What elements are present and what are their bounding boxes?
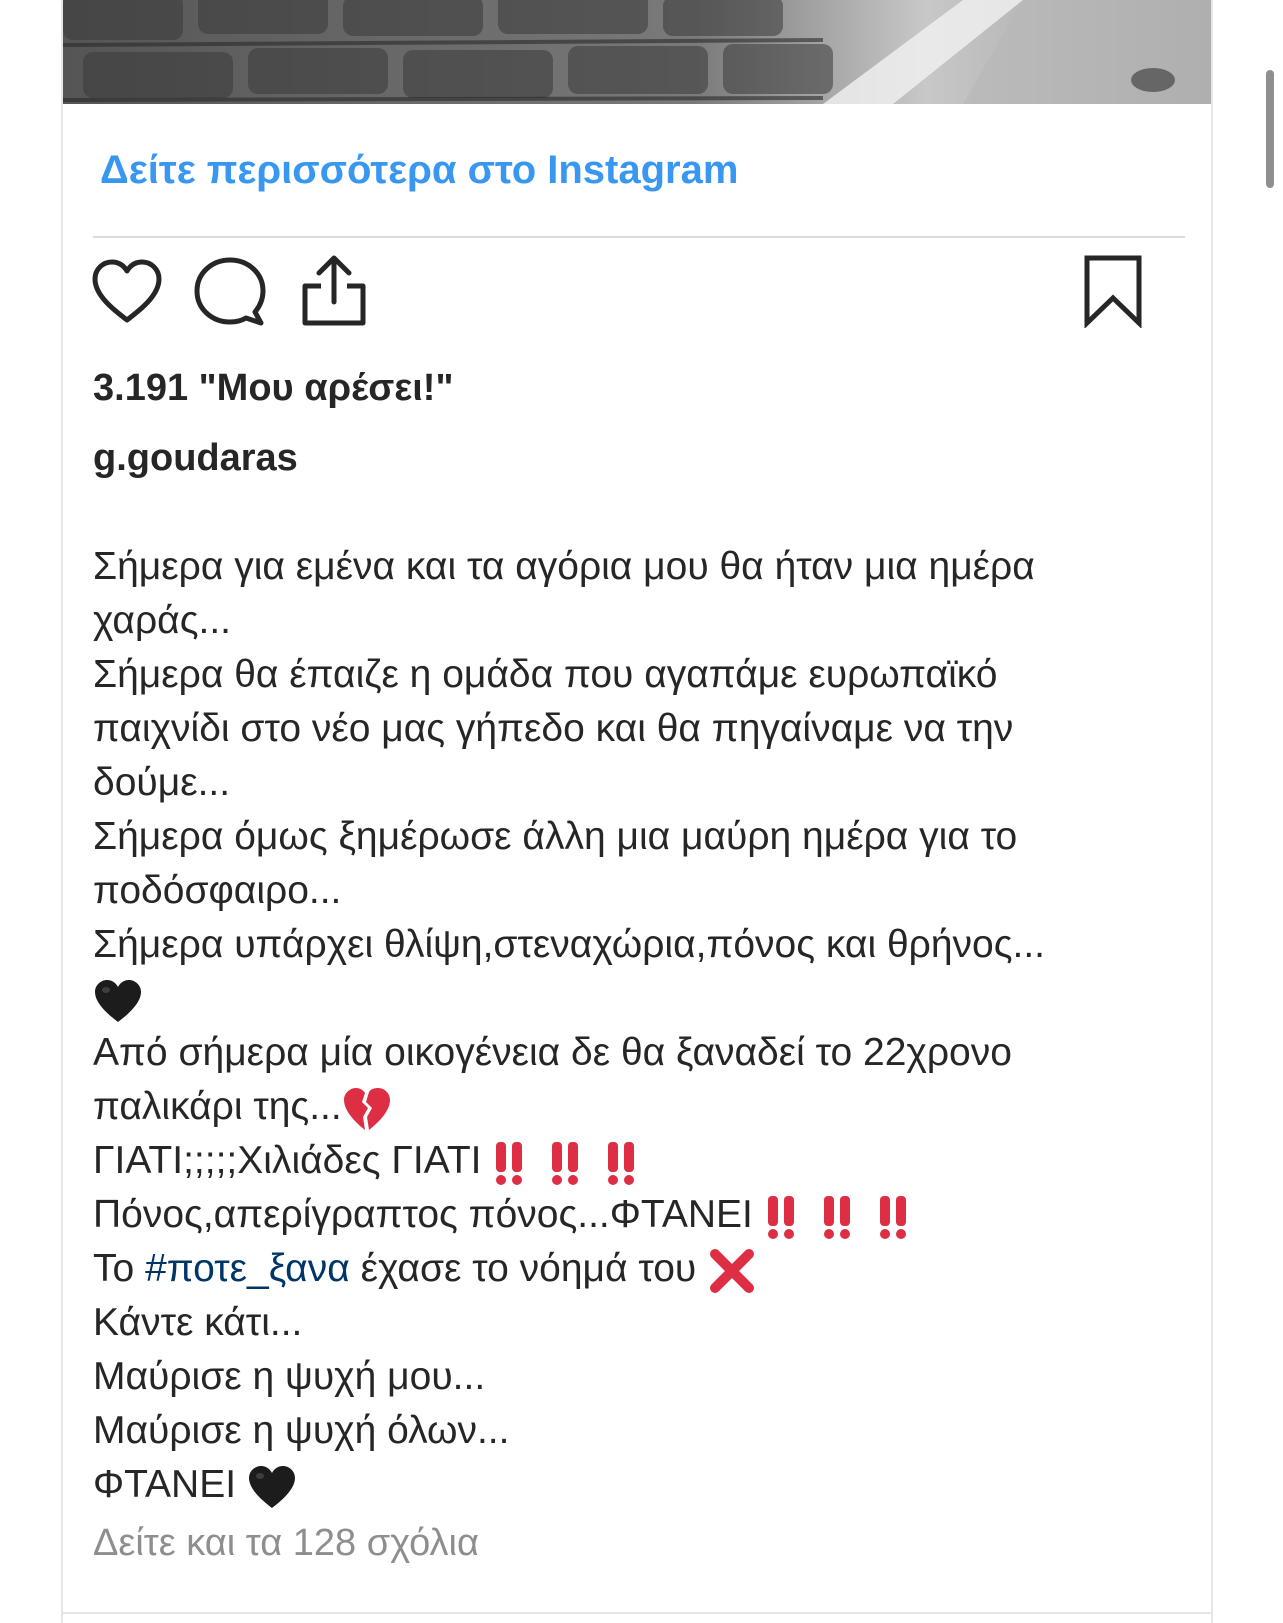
caption-text: Το xyxy=(93,1247,146,1290)
caption-line: παιχνίδι στο νέο μας γήπεδο και θα πηγαί… xyxy=(93,707,1014,750)
share-button[interactable] xyxy=(301,254,367,333)
likes-count[interactable]: 3.191 "Μου αρέσει!" xyxy=(93,367,453,410)
caption-line: Μαύρισε η ψυχή όλων... xyxy=(93,1409,510,1452)
caption-line: Σήμερα υπάρχει θλίψη,στεναχώρια,πόνος κα… xyxy=(93,923,1045,966)
caption-line: χαράς... xyxy=(93,599,232,642)
bookmark-icon xyxy=(1084,255,1142,329)
black-heart-emoji xyxy=(95,979,141,1022)
caption-line: Πόνος,απερίγραπτος πόνος...ΦΤΑΝΕΙ xyxy=(93,1188,1193,1242)
double-exclamation-emoji xyxy=(496,1141,635,1185)
caption-line: ΓΙΑΤΙ;;;;;Χιλιάδες ΓΙΑΤΙ xyxy=(93,1134,1193,1188)
caption-text: Πόνος,απερίγραπτος πόνος...ΦΤΑΝΕΙ xyxy=(93,1193,764,1236)
instagram-embed-card: Δείτε περισσότερα στο Instagram 3.191 "Μ… xyxy=(61,0,1213,1623)
black-heart-emoji xyxy=(248,1465,295,1508)
post-image[interactable] xyxy=(63,0,1211,104)
caption-line: Από σήμερα μία οικογένεια δε θα ξαναδεί … xyxy=(93,1031,1012,1074)
comment-button[interactable] xyxy=(193,256,267,333)
see-more-on-instagram-link[interactable]: Δείτε περισσότερα στο Instagram xyxy=(100,148,738,193)
caption-text: ΓΙΑΤΙ;;;;;Χιλιάδες ΓΙΑΤΙ xyxy=(93,1139,493,1182)
caption-line: παλικάρι της... xyxy=(93,1080,1193,1134)
caption-line: Μαύρισε η ψυχή μου... xyxy=(93,1355,486,1398)
caption-line xyxy=(93,972,1193,1026)
post-caption: Σήμερα για εμένα και τα αγόρια μου θα ήτ… xyxy=(93,540,1193,1512)
caption-line: ποδόσφαιρο... xyxy=(93,869,342,912)
heart-icon xyxy=(92,259,162,323)
view-all-comments-link[interactable]: Δείτε και τα 128 σχόλια xyxy=(93,1522,479,1565)
cross-mark-emoji xyxy=(710,1248,755,1293)
caption-text: έχασε το νόημά του xyxy=(349,1247,708,1290)
caption-text: ΦΤΑΝΕΙ xyxy=(93,1463,247,1506)
caption-line: ΦΤΑΝΕΙ xyxy=(93,1458,1193,1512)
caption-line: Σήμερα όμως ξημέρωσε άλλη μια μαύρη ημέρ… xyxy=(93,815,1018,858)
double-exclamation-emoji xyxy=(767,1195,906,1239)
divider xyxy=(93,236,1185,238)
caption-line: δούμε... xyxy=(93,761,231,804)
caption-line: Σήμερα για εμένα και τα αγόρια μου θα ήτ… xyxy=(93,545,1035,588)
card-bottom-border xyxy=(63,1612,1211,1614)
paving-stones-photo xyxy=(63,0,1211,104)
caption-line: Το #ποτε_ξανα έχασε το νόημά του xyxy=(93,1242,1193,1296)
comment-icon xyxy=(194,257,266,326)
hashtag-link[interactable]: #ποτε_ξανα xyxy=(145,1247,350,1290)
caption-line: Σήμερα θα έπαιζε η ομάδα που αγαπάμε ευρ… xyxy=(93,653,998,696)
like-button[interactable] xyxy=(91,258,163,331)
username-link[interactable]: g.goudaras xyxy=(93,437,298,480)
caption-line: Κάντε κάτι... xyxy=(93,1301,303,1344)
share-icon xyxy=(302,255,366,326)
scrollbar[interactable] xyxy=(1266,70,1274,188)
caption-text: παλικάρι της... xyxy=(93,1085,342,1128)
save-button[interactable] xyxy=(1083,254,1143,333)
broken-heart-emoji xyxy=(343,1087,390,1130)
